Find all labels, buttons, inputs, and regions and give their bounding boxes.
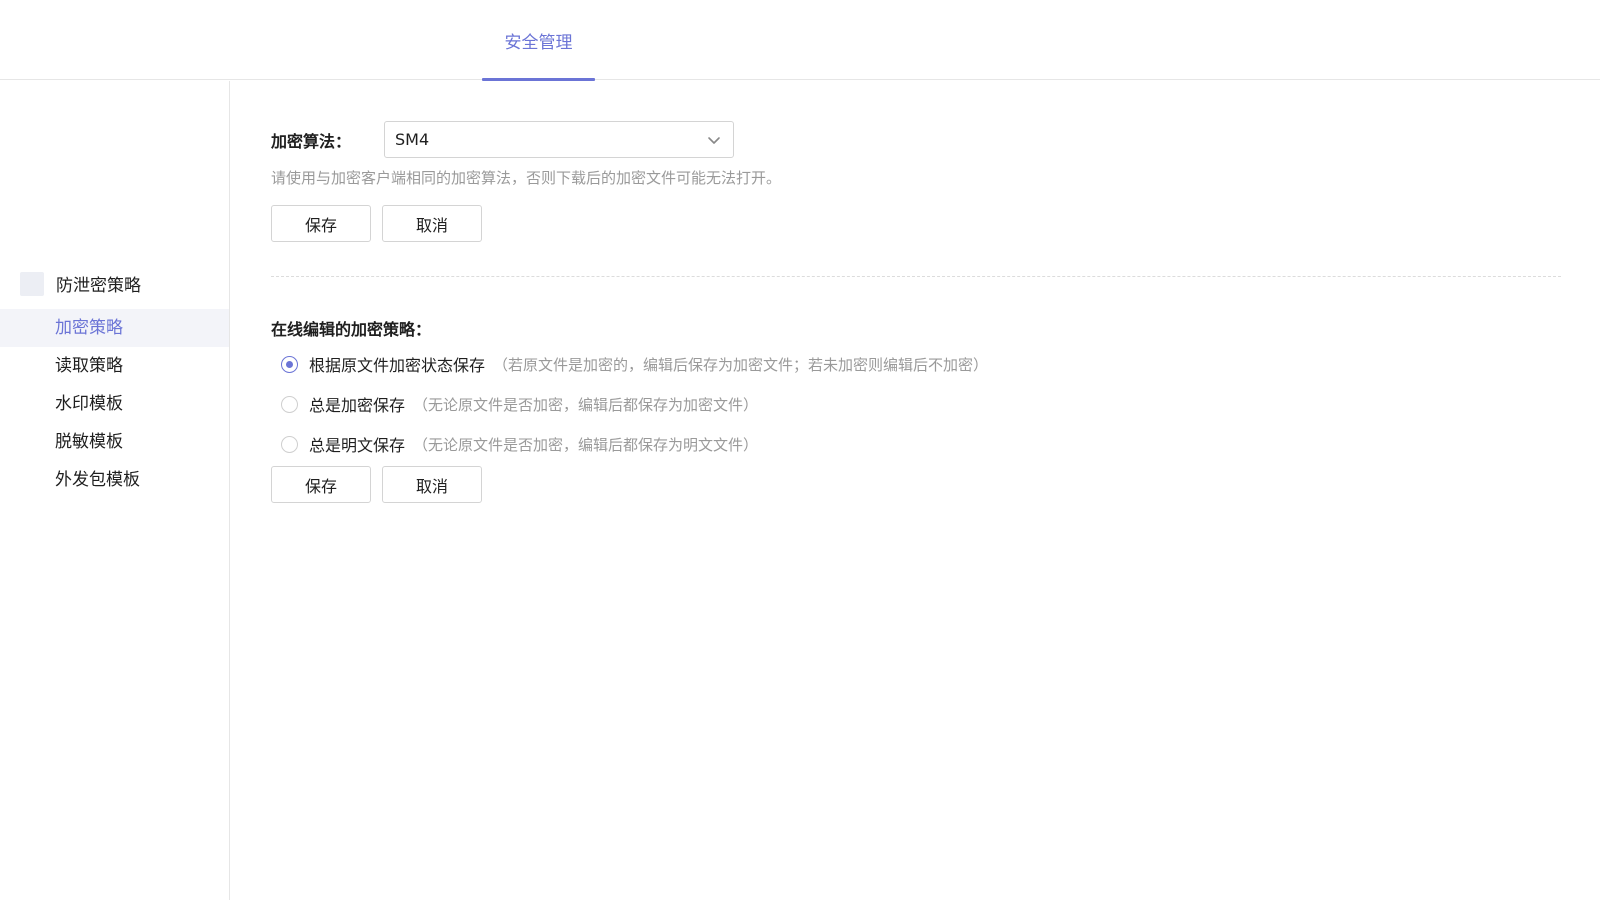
online-edit-cancel-button[interactable]: 取消 (382, 466, 482, 503)
online-edit-radio-group: 根据原文件加密状态保存 （若原文件是加密的，编辑后保存为加密文件；若未加密则编辑… (281, 344, 988, 464)
sidebar-group-leak-prevention[interactable]: 防泄密策略 (20, 271, 141, 296)
radio-description: （若原文件是加密的，编辑后保存为加密文件；若未加密则编辑后不加密） (493, 355, 989, 374)
radio-description: （无论原文件是否加密，编辑后都保存为明文文件） (413, 435, 759, 454)
algorithm-hint: 请使用与加密客户端相同的加密算法，否则下载后的加密文件可能无法打开。 (271, 169, 782, 187)
section-divider (271, 276, 1561, 277)
radio-option-always-encrypt[interactable]: 总是加密保存 （无论原文件是否加密，编辑后都保存为加密文件） (281, 384, 988, 424)
algorithm-save-button[interactable]: 保存 (271, 205, 371, 242)
top-bar: 安全管理 (0, 0, 1600, 81)
radio-label: 总是加密保存 (309, 396, 406, 415)
sidebar-item-encryption-policy[interactable]: 加密策略 (0, 309, 229, 347)
radio-description: （无论原文件是否加密，编辑后都保存为加密文件） (413, 395, 759, 414)
online-edit-save-button[interactable]: 保存 (271, 466, 371, 503)
sidebar-nav: 加密策略 读取策略 水印模板 脱敏模板 外发包模板 (0, 309, 229, 499)
sidebar-group-label: 防泄密策略 (56, 276, 141, 296)
radio-button-checked[interactable] (281, 355, 298, 373)
sidebar-item-watermark-template[interactable]: 水印模板 (0, 385, 229, 423)
algorithm-row: 加密算法： SM4 (271, 121, 734, 158)
sidebar-item-read-policy[interactable]: 读取策略 (0, 347, 229, 385)
online-edit-button-row: 保存 取消 (271, 466, 482, 503)
sidebar: 防泄密策略 加密策略 读取策略 水印模板 脱敏模板 外发包模板 (0, 81, 230, 900)
tab-security-management[interactable]: 安全管理 (482, 0, 595, 81)
algorithm-label: 加密算法： (271, 131, 352, 151)
algorithm-select[interactable]: SM4 (384, 121, 734, 158)
radio-button[interactable] (281, 435, 298, 453)
radio-label: 根据原文件加密状态保存 (309, 356, 486, 375)
group-icon (20, 271, 44, 296)
chevron-down-icon (708, 136, 720, 144)
radio-button[interactable] (281, 395, 298, 413)
sidebar-item-outgoing-package-template[interactable]: 外发包模板 (0, 461, 229, 499)
online-edit-title: 在线编辑的加密策略： (271, 320, 432, 339)
algorithm-select-value: SM4 (395, 130, 430, 149)
radio-label: 总是明文保存 (309, 436, 406, 455)
algorithm-cancel-button[interactable]: 取消 (382, 205, 482, 242)
sidebar-item-desensitization-template[interactable]: 脱敏模板 (0, 423, 229, 461)
radio-option-always-plaintext[interactable]: 总是明文保存 （无论原文件是否加密，编辑后都保存为明文文件） (281, 424, 988, 464)
radio-option-keep-original[interactable]: 根据原文件加密状态保存 （若原文件是加密的，编辑后保存为加密文件；若未加密则编辑… (281, 344, 988, 384)
algorithm-button-row: 保存 取消 (271, 205, 482, 242)
